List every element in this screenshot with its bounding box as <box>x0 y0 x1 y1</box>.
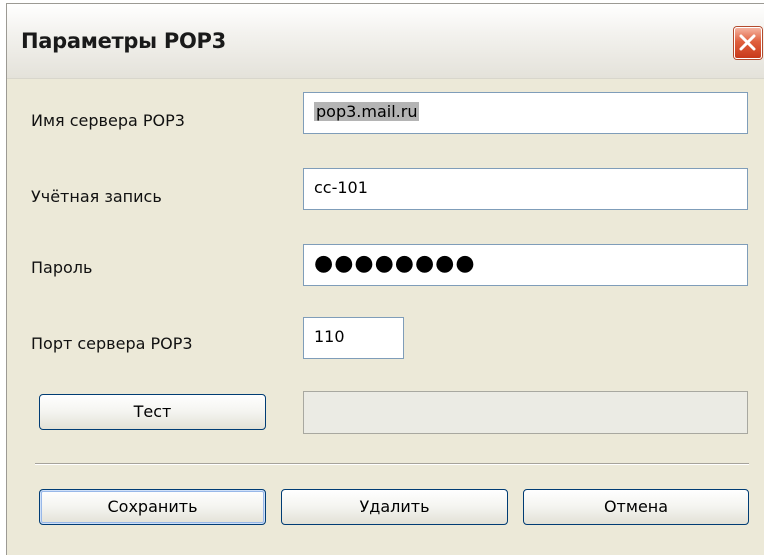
dialog-title: Параметры POP3 <box>21 29 226 53</box>
password-mask: ●●●●●●●● <box>314 251 476 276</box>
test-result-field <box>303 391 748 434</box>
close-button[interactable] <box>734 27 762 59</box>
title-bar: Параметры POP3 <box>7 4 764 79</box>
port-input[interactable]: 110 <box>303 317 404 359</box>
delete-button[interactable]: Удалить <box>281 489 508 525</box>
server-name-value: pop3.mail.ru <box>314 102 420 121</box>
save-button[interactable]: Сохранить <box>39 489 266 525</box>
account-input[interactable]: cc-101 <box>303 168 748 210</box>
password-label: Пароль <box>31 258 93 277</box>
pop3-settings-dialog: Параметры POP3 Имя сервера POP3 pop3.mai… <box>6 3 764 555</box>
server-name-label: Имя сервера POP3 <box>31 111 185 130</box>
divider <box>35 463 749 465</box>
cancel-button[interactable]: Отмена <box>523 489 749 525</box>
close-icon <box>739 34 756 51</box>
server-name-input[interactable]: pop3.mail.ru <box>303 92 748 134</box>
test-button[interactable]: Тест <box>39 394 266 430</box>
port-label: Порт сервера POP3 <box>31 334 193 353</box>
account-label: Учётная запись <box>31 187 162 206</box>
password-input[interactable]: ●●●●●●●● <box>303 244 748 286</box>
